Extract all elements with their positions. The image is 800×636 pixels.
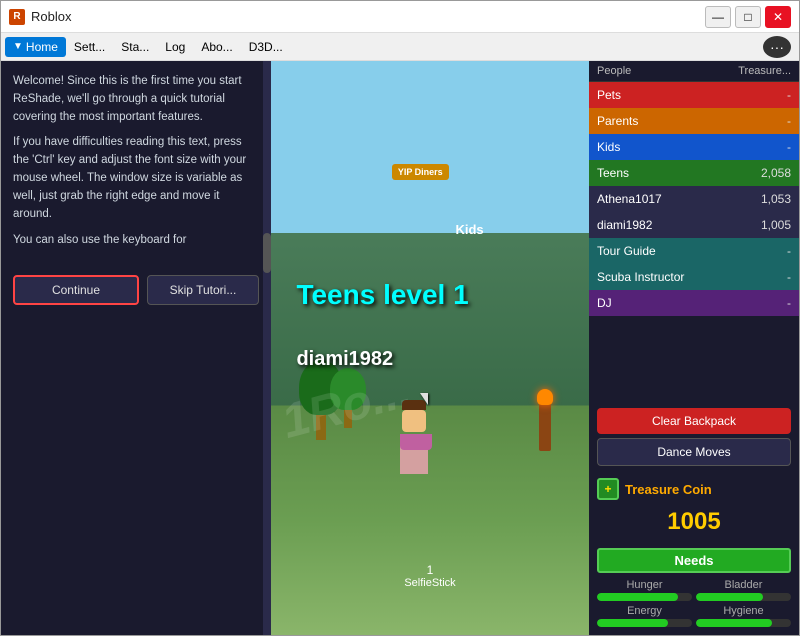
needs-header: Needs bbox=[597, 548, 791, 573]
kids-label: Kids bbox=[455, 222, 483, 237]
close-button[interactable]: ✕ bbox=[765, 6, 791, 28]
leaderboard: People Treasure... Pets - Parents - Kids… bbox=[589, 61, 799, 402]
tab-about[interactable]: Abo... bbox=[193, 37, 240, 57]
need-hunger: Hunger bbox=[597, 579, 692, 601]
dance-moves-button[interactable]: Dance Moves bbox=[597, 438, 791, 466]
item-quantity: 1 bbox=[404, 563, 455, 577]
char-body bbox=[400, 434, 428, 474]
more-options-button[interactable]: ··· bbox=[763, 36, 791, 58]
treasure-section: + Treasure Coin bbox=[589, 472, 799, 506]
lb-row-pets[interactable]: Pets - bbox=[589, 82, 799, 108]
hygiene-label: Hygiene bbox=[696, 605, 791, 617]
need-hygiene: Hygiene bbox=[696, 605, 791, 627]
continue-button[interactable]: Continue bbox=[13, 275, 139, 305]
tutorial-para-2: If you have difficulties reading this te… bbox=[13, 134, 259, 223]
energy-label: Energy bbox=[597, 605, 692, 617]
held-item: 1 SelfieStick bbox=[404, 563, 455, 589]
content-area: Welcome! Since this is the first time yo… bbox=[1, 61, 799, 635]
tree-mid bbox=[328, 368, 368, 428]
lb-row-kids[interactable]: Kids - bbox=[589, 134, 799, 160]
player-character bbox=[400, 400, 428, 474]
item-name: SelfieStick bbox=[404, 577, 455, 589]
lb-row-athena[interactable]: Athena1017 1,053 bbox=[589, 186, 799, 212]
clear-backpack-button[interactable]: Clear Backpack bbox=[597, 408, 791, 434]
tab-home[interactable]: ▼ Home bbox=[5, 37, 66, 57]
action-buttons: Clear Backpack Dance Moves bbox=[589, 402, 799, 472]
tutorial-para-3: You can also use the keyboard for bbox=[13, 232, 259, 250]
tutorial-para-1: Welcome! Since this is the first time yo… bbox=[13, 73, 259, 126]
lb-row-diami[interactable]: diami1982 1,005 bbox=[589, 212, 799, 238]
needs-section: Needs Hunger Bladder bbox=[589, 544, 799, 635]
bladder-bar-bg bbox=[696, 593, 791, 601]
energy-bar-bg bbox=[597, 619, 692, 627]
lb-row-parents[interactable]: Parents - bbox=[589, 108, 799, 134]
treasure-icon: + bbox=[597, 478, 619, 500]
treasure-label: Treasure Coin bbox=[625, 482, 712, 497]
tutorial-buttons: Continue Skip Tutori... bbox=[13, 275, 259, 305]
lb-row-scuba[interactable]: Scuba Instructor - bbox=[589, 264, 799, 290]
hygiene-bar-bg bbox=[696, 619, 791, 627]
left-scrollbar[interactable] bbox=[263, 61, 271, 635]
hunger-label: Hunger bbox=[597, 579, 692, 591]
game-viewport: YIP Diners Kids 1Ro... Teens level 1 dia… bbox=[271, 61, 589, 635]
game-sign: YIP Diners bbox=[392, 164, 449, 180]
window-controls: — □ ✕ bbox=[705, 6, 791, 28]
needs-grid: Hunger Bladder Energy bbox=[597, 579, 791, 627]
app-icon: R bbox=[9, 9, 25, 25]
hygiene-bar-fill bbox=[696, 619, 772, 627]
hunger-bar-bg bbox=[597, 593, 692, 601]
leaderboard-header: People Treasure... bbox=[589, 61, 799, 82]
left-panel: Welcome! Since this is the first time yo… bbox=[1, 61, 271, 635]
torch-post bbox=[539, 401, 551, 451]
username-display: diami1982 bbox=[296, 348, 393, 371]
tutorial-text: Welcome! Since this is the first time yo… bbox=[13, 73, 259, 257]
col-treasure-header: Treasure... bbox=[731, 65, 791, 77]
bladder-bar-fill bbox=[696, 593, 763, 601]
level-display: Teens level 1 bbox=[296, 279, 468, 311]
torch-flame bbox=[537, 389, 553, 405]
main-window: R Roblox — □ ✕ ▼ Home Sett... Sta... Log… bbox=[0, 0, 800, 636]
lb-row-dj[interactable]: DJ - bbox=[589, 290, 799, 316]
maximize-button[interactable]: □ bbox=[735, 6, 761, 28]
title-bar: R Roblox — □ ✕ bbox=[1, 1, 799, 33]
window-title: Roblox bbox=[31, 9, 705, 24]
bladder-label: Bladder bbox=[696, 579, 791, 591]
mouse-cursor bbox=[420, 393, 428, 405]
hunger-bar-fill bbox=[597, 593, 678, 601]
energy-bar-fill bbox=[597, 619, 668, 627]
tab-log[interactable]: Log bbox=[157, 37, 193, 57]
lb-row-tourguide[interactable]: Tour Guide - bbox=[589, 238, 799, 264]
char-head bbox=[402, 410, 426, 432]
char-skirt bbox=[400, 434, 432, 450]
scrollbar-thumb[interactable] bbox=[263, 233, 271, 273]
col-people-header: People bbox=[597, 65, 731, 77]
skip-tutorial-button[interactable]: Skip Tutori... bbox=[147, 275, 259, 305]
need-bladder: Bladder bbox=[696, 579, 791, 601]
tab-d3d[interactable]: D3D... bbox=[241, 37, 291, 57]
minimize-button[interactable]: — bbox=[705, 6, 731, 28]
tab-stats[interactable]: Sta... bbox=[113, 37, 157, 57]
treasure-count: 1005 bbox=[589, 506, 799, 544]
tab-settings[interactable]: Sett... bbox=[66, 37, 113, 57]
menu-bar: ▼ Home Sett... Sta... Log Abo... D3D... … bbox=[1, 33, 799, 61]
lb-row-teens[interactable]: Teens 2,058 bbox=[589, 160, 799, 186]
need-energy: Energy bbox=[597, 605, 692, 627]
right-panel: People Treasure... Pets - Parents - Kids… bbox=[589, 61, 799, 635]
